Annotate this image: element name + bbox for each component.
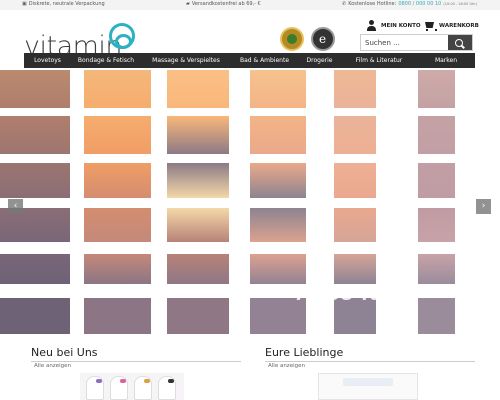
nav-item-marken[interactable]: Marken xyxy=(417,53,475,68)
slider-tile xyxy=(167,208,229,242)
search-box xyxy=(360,34,473,51)
slider-prev-button[interactable]: ‹ xyxy=(8,199,23,214)
section-new: Neu bei Uns Alle anzeigen xyxy=(31,346,241,369)
slider-tile xyxy=(84,298,151,334)
slider-tile xyxy=(0,163,70,198)
slider-tile xyxy=(0,254,70,284)
slider-tile xyxy=(84,163,151,198)
slider-tile xyxy=(334,70,376,108)
cart-icon xyxy=(424,20,437,31)
kitty-figure xyxy=(158,376,176,400)
slider-tile xyxy=(167,116,229,154)
slider-tile xyxy=(250,208,306,242)
my-account-link[interactable]: MEIN KONTO xyxy=(366,20,421,31)
section-divider xyxy=(265,361,475,362)
kitty-figure xyxy=(134,376,152,400)
cart-label: WARENKORB xyxy=(439,22,479,29)
slider-tile xyxy=(250,70,306,108)
hero-slider[interactable] xyxy=(0,68,500,343)
slider-next-button[interactable]: › xyxy=(476,199,491,214)
discreet-text: Diskrete, neutrale Verpackung xyxy=(28,1,105,7)
quality-seal-icon[interactable] xyxy=(280,27,304,51)
slider-tile xyxy=(167,70,229,108)
slider-tile xyxy=(418,208,455,242)
slider-tile xyxy=(418,116,455,154)
cart-link[interactable]: WARENKORB xyxy=(424,20,479,31)
main-navigation: Lovetoys Bondage & Fetisch Massage & Ver… xyxy=(24,53,475,68)
nav-item-drogerie[interactable]: Drogerie xyxy=(298,53,341,68)
slider-tile xyxy=(250,116,306,154)
chevron-left-icon: ‹ xyxy=(13,201,18,211)
my-account-label: MEIN KONTO xyxy=(381,22,421,29)
product-image-hello-kitty[interactable] xyxy=(80,373,184,400)
nav-item-massage[interactable]: Massage & Verspieltes xyxy=(141,53,231,68)
slider-slogan: Alles für xyxy=(296,280,394,305)
package-label xyxy=(343,378,393,386)
slider-tile xyxy=(167,163,229,198)
search-button[interactable] xyxy=(448,35,472,50)
top-info-bar: ▣ Diskrete, neutrale Verpackung ▰ Versandk… xyxy=(0,0,500,10)
slider-tile xyxy=(0,70,70,108)
shipping-text: Versandkostenfrei ab 69,- € xyxy=(191,1,261,7)
section-divider xyxy=(31,361,241,362)
slider-tile xyxy=(167,254,229,284)
hotline-label: Kostenlose Hotline: xyxy=(348,1,397,7)
truck-icon: ▰ xyxy=(186,1,190,7)
shipping-info: ▰ Versandkostenfrei ab 69,- € xyxy=(186,1,261,7)
slider-tile xyxy=(84,208,151,242)
slider-tile xyxy=(334,208,376,242)
phone-icon: ✆ xyxy=(342,1,347,7)
section-new-title: Neu bei Uns xyxy=(31,346,98,359)
user-icon xyxy=(366,20,377,31)
box-icon: ▣ xyxy=(22,1,27,7)
hotline-info: ✆ Kostenlose Hotline: 0800 / 000 00 10 (10:… xyxy=(342,1,477,7)
slider-tile xyxy=(0,116,70,154)
product-image-package[interactable] xyxy=(318,373,418,400)
discreet-info: ▣ Diskrete, neutrale Verpackung xyxy=(22,1,105,7)
section-favorites-all-link[interactable]: Alle anzeigen xyxy=(268,363,475,369)
section-new-all-link[interactable]: Alle anzeigen xyxy=(34,363,241,369)
slider-tile xyxy=(418,254,455,284)
slider-tile xyxy=(334,163,376,198)
kitty-figure xyxy=(86,376,104,400)
chevron-right-icon: › xyxy=(481,201,486,211)
hotline-number[interactable]: 0800 / 000 00 10 xyxy=(398,1,441,7)
kitty-figure xyxy=(110,376,128,400)
slider-tile xyxy=(334,116,376,154)
logo-six-mark xyxy=(109,23,135,49)
nav-item-bad[interactable]: Bad & Ambiente xyxy=(231,53,298,68)
search-input[interactable] xyxy=(361,35,448,50)
trusted-shops-seal-icon[interactable]: e xyxy=(311,27,335,51)
nav-item-bondage[interactable]: Bondage & Fetisch xyxy=(71,53,141,68)
slider-tile xyxy=(84,70,151,108)
slider-tile xyxy=(84,254,151,284)
slider-tile xyxy=(418,70,455,108)
slider-tile xyxy=(84,116,151,154)
slider-tile xyxy=(250,163,306,198)
site-header: vitamin e MEIN KONTO WARENKORB xyxy=(0,10,500,60)
section-favorites-title: Eure Lieblinge xyxy=(265,346,344,359)
slider-tile xyxy=(418,298,455,334)
hotline-hours: (10:00 - 18:00 Uhr) xyxy=(443,2,478,6)
slider-tile xyxy=(0,298,70,334)
section-favorites: Eure Lieblinge Alle anzeigen xyxy=(265,346,475,369)
slider-tile xyxy=(418,163,455,198)
nav-item-film[interactable]: Film & Literatur xyxy=(341,53,417,68)
slider-tile xyxy=(167,298,229,334)
nav-item-lovetoys[interactable]: Lovetoys xyxy=(24,53,71,68)
